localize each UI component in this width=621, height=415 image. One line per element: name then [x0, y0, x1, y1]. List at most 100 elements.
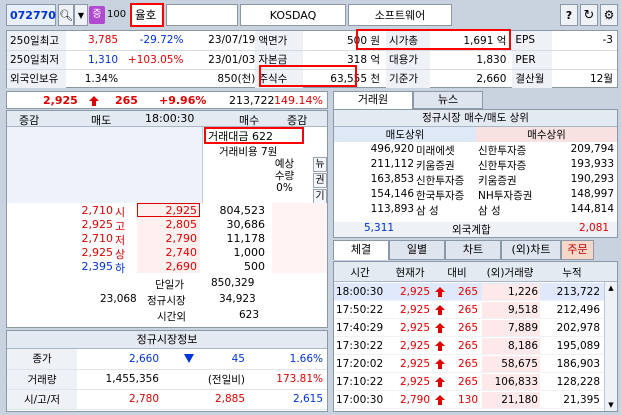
- info-date: 850(천): [217, 73, 256, 86]
- buy-volume: 144,814: [570, 203, 614, 215]
- info-label4: 결산월: [512, 69, 552, 88]
- after-hours-value: 623: [239, 309, 260, 321]
- tick-volume: 21,180: [501, 394, 538, 406]
- scroll-up-arrow-icon[interactable]: ▲: [605, 282, 617, 294]
- tick-volume: 7,889: [507, 322, 538, 334]
- settings-button[interactable]: ⚙: [600, 4, 618, 26]
- up-arrow-icon: [89, 96, 99, 106]
- info-label: 250일최저: [7, 50, 66, 69]
- help-button[interactable]: ?: [560, 4, 578, 26]
- trade-value-label: 거래대금 622: [204, 127, 304, 144]
- info-rate: +103.05%: [127, 53, 184, 66]
- ticks-scrollbar[interactable]: ▲ ▼: [604, 282, 617, 411]
- total-volume: 213,722: [229, 94, 275, 107]
- tab-news[interactable]: 뉴스: [413, 91, 483, 109]
- info-label2: 액면가: [255, 31, 304, 50]
- dropdown-button[interactable]: ▼: [74, 4, 88, 26]
- volume-ratio: 149.14%: [274, 94, 323, 107]
- tab-order[interactable]: 주문: [561, 240, 594, 260]
- buy-volume: 148,997: [570, 188, 614, 200]
- regular-market-row: 거래량 1,455,356 (전일비) 173.81%: [7, 369, 327, 389]
- scroll-down-arrow-icon[interactable]: ▼: [605, 399, 617, 411]
- tick-diff: 265: [457, 322, 478, 334]
- side-buttons: 뉴권기: [313, 157, 327, 205]
- foreign-buy-total: 2,081: [579, 222, 610, 234]
- tick-price: 2,925: [399, 286, 430, 298]
- ob-header-change-buy: 증감: [287, 114, 308, 127]
- ob-header-sell: 매도: [91, 114, 112, 127]
- search-icon: 🔍︎: [59, 8, 73, 22]
- tick-price: 2,925: [399, 376, 430, 388]
- info-label: 외국인보유: [7, 69, 66, 88]
- stock-code-input[interactable]: 072770: [6, 4, 56, 26]
- stock-code-text: 072770: [10, 8, 56, 22]
- stock-name-field[interactable]: 율호: [130, 3, 164, 27]
- current-price: 2,925: [43, 94, 78, 107]
- reg-value-b-cell: 45: [163, 349, 249, 369]
- sell-broker: 삼 성: [416, 205, 439, 217]
- ticks-header: 시간 현재가 대비 (외)거래량 누적: [334, 262, 617, 282]
- ref-price: 2,925: [81, 246, 114, 259]
- tick-price: 2,925: [399, 304, 430, 316]
- tab-chart[interactable]: 차트: [445, 240, 501, 260]
- sell-volume: 211,112: [370, 158, 414, 170]
- sell-volume: 163,853: [370, 173, 414, 185]
- single-price-label: 단일가: [155, 279, 184, 291]
- sector-text: 소프트웨어: [374, 9, 426, 22]
- tab-brokers[interactable]: 거래원: [333, 91, 413, 109]
- sell-volume: 113,893: [370, 203, 414, 215]
- reg-value-c: 173.81%: [276, 373, 323, 385]
- tab-ticks[interactable]: 체결: [333, 240, 389, 260]
- regular-market-title: 정규시장정보: [7, 331, 327, 349]
- reg-value-b: (전일비): [207, 373, 245, 386]
- info-value: 1.34%: [84, 72, 119, 85]
- regular-market-table: 종가 2,660 45 1.66% 거래량 1,455,356 (전일비) 173.81% 시/…: [7, 349, 327, 410]
- up-arrow-icon: [435, 395, 445, 405]
- buy-broker: 삼 성: [478, 205, 501, 217]
- trade-value-title: 거래대금: [208, 130, 249, 143]
- reg-label: 거래량: [7, 369, 77, 389]
- side-button[interactable]: 뉴: [313, 157, 327, 172]
- regular-market-value: 34,923: [219, 293, 256, 305]
- tab-foreign-chart[interactable]: (외)차트: [501, 240, 561, 260]
- stock-search-bar[interactable]: [166, 4, 238, 26]
- info-label3: 기준가: [386, 69, 430, 88]
- tick-diff: 130: [457, 394, 478, 406]
- tick-price: 2,925: [399, 340, 430, 352]
- tick-diff: 265: [457, 340, 478, 352]
- order-book-panel: 증감 매도 18:00:30 매수 증감 거래대금 622 거래비용 7원 예상…: [6, 110, 328, 328]
- margin-rate: 100: [107, 9, 127, 20]
- trade-cost: 거래비용 7원: [219, 144, 277, 159]
- tick-time: 17:40:29: [336, 322, 384, 334]
- tick-diff: 265: [457, 304, 478, 316]
- tick-time: 18:00:30: [336, 286, 384, 298]
- ticks-col-header: 현재가: [395, 267, 425, 279]
- reg-label: 시/고/저: [7, 389, 77, 409]
- search-button[interactable]: 🔍︎: [58, 4, 74, 26]
- info-value3: 1,830: [476, 53, 507, 66]
- price-diff: 265: [115, 94, 138, 107]
- side-button[interactable]: 기: [313, 189, 327, 204]
- info-value4: -3: [602, 34, 613, 47]
- tick-time: 17:30:22: [336, 340, 384, 352]
- reg-value-a: 2,780: [128, 393, 159, 405]
- tick-cumulative: 186,903: [556, 358, 600, 370]
- tick-cumulative: 202,978: [556, 322, 600, 334]
- regular-market-label: 정규시장: [147, 295, 186, 307]
- tick-cumulative: 212,496: [556, 304, 600, 316]
- tick-cumulative: 128,228: [556, 376, 600, 388]
- tab-daily[interactable]: 일별: [389, 240, 445, 260]
- info-label: 250일최고: [7, 31, 66, 50]
- tick-cumulative: 21,395: [563, 394, 600, 406]
- ticks-col-header: 누적: [562, 267, 582, 279]
- order-book-header: 증감 매도 18:00:30 매수 증감: [7, 111, 327, 127]
- side-button[interactable]: 권: [313, 173, 327, 188]
- buy-broker: NH투자증권: [478, 190, 533, 202]
- margin-badge[interactable]: 증: [89, 6, 105, 24]
- bid-price: 2,925: [165, 204, 198, 217]
- refresh-button[interactable]: ↻: [580, 4, 598, 26]
- buy-broker: 신한투자증: [478, 160, 527, 172]
- info-label3: 대용가: [386, 50, 430, 69]
- info-rate: [118, 69, 183, 88]
- tick-price: 2,925: [399, 322, 430, 334]
